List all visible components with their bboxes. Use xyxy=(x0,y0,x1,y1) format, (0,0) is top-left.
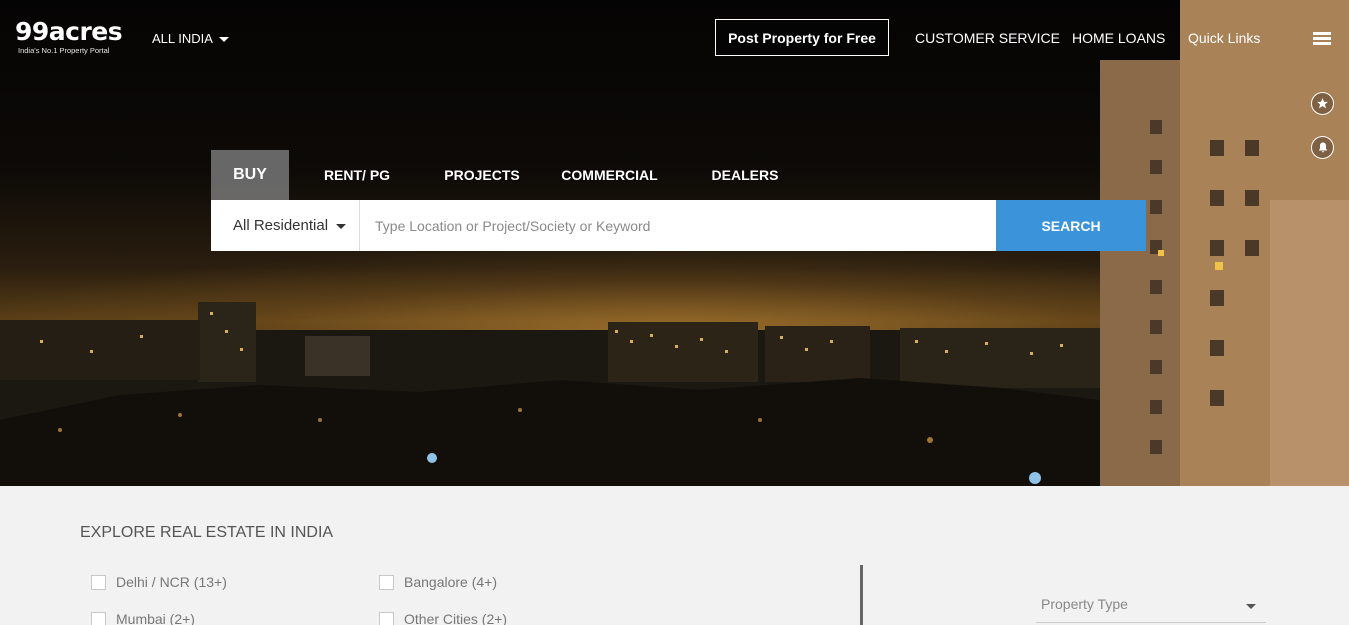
city-checkbox-bangalore[interactable]: Bangalore (4+) xyxy=(379,574,497,590)
tab-projects[interactable]: PROJECTS xyxy=(425,150,539,200)
checkbox[interactable] xyxy=(379,611,394,625)
customer-service-link[interactable]: CUSTOMER SERVICE xyxy=(915,30,1060,46)
property-type-label: Property Type xyxy=(1041,595,1128,612)
city-checkbox-other-cities[interactable]: Other Cities (2+) xyxy=(379,611,507,625)
brand-tagline: India's No.1 Property Portal xyxy=(18,46,110,55)
explore-title: EXPLORE REAL ESTATE IN INDIA xyxy=(80,524,334,541)
hamburger-icon[interactable] xyxy=(1313,32,1331,45)
star-icon[interactable] xyxy=(1311,92,1334,115)
search-tabs: BUY RENT/ PG PROJECTS COMMERCIAL DEALERS xyxy=(211,150,810,200)
region-label: ALL INDIA xyxy=(152,31,213,46)
chevron-down-icon xyxy=(218,37,229,42)
tab-rent-pg[interactable]: RENT/ PG xyxy=(289,150,425,200)
tab-dealers[interactable]: DEALERS xyxy=(680,150,810,200)
city-checkbox-mumbai[interactable]: Mumbai (2+) xyxy=(91,611,195,625)
city-label: Bangalore (4+) xyxy=(404,574,498,590)
city-checkbox-delhi-ncr[interactable]: Delhi / NCR (13+) xyxy=(91,574,227,590)
quick-links-link[interactable]: Quick Links xyxy=(1188,30,1260,46)
checkbox[interactable] xyxy=(379,574,394,590)
checkbox[interactable] xyxy=(91,574,106,590)
chevron-down-icon xyxy=(1246,604,1256,609)
tab-buy[interactable]: BUY xyxy=(211,150,289,200)
section-divider xyxy=(860,565,863,625)
property-category-label: All Residential xyxy=(233,217,329,234)
search-input[interactable] xyxy=(360,200,996,251)
search-button[interactable]: SEARCH xyxy=(996,200,1146,251)
property-category-select[interactable]: All Residential xyxy=(211,200,360,251)
region-selector[interactable]: ALL INDIA xyxy=(152,31,229,46)
city-label: Mumbai (2+) xyxy=(116,611,195,625)
home-loans-link[interactable]: HOME LOANS xyxy=(1072,30,1165,46)
property-type-select[interactable]: Property Type xyxy=(1036,585,1266,623)
search-bar: All Residential SEARCH xyxy=(211,200,1146,251)
tab-commercial[interactable]: COMMERCIAL xyxy=(539,150,680,200)
post-property-button[interactable]: Post Property for Free xyxy=(715,19,889,56)
city-label: Other Cities (2+) xyxy=(404,611,508,625)
brand-logo[interactable]: 99acres India's No.1 Property Portal xyxy=(15,17,123,56)
brand-name: 99acres xyxy=(15,17,123,46)
bell-icon[interactable] xyxy=(1311,136,1334,159)
checkbox[interactable] xyxy=(91,611,106,625)
chevron-down-icon xyxy=(336,224,347,229)
city-label: Delhi / NCR (13+) xyxy=(116,574,227,590)
